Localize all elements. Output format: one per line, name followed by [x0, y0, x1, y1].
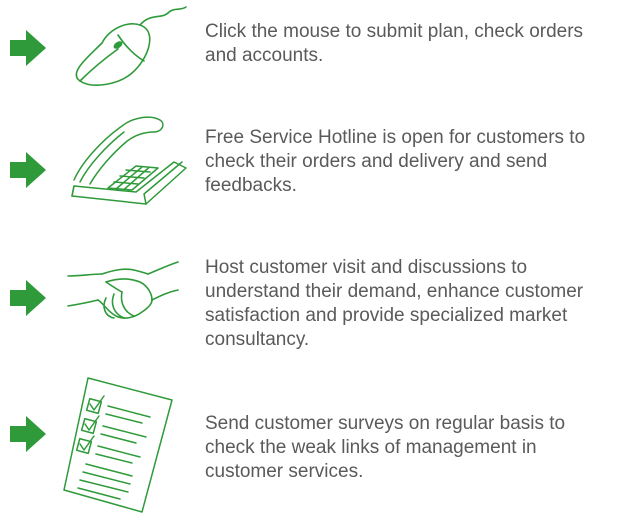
telephone-icon — [71, 116, 187, 205]
arrow-right-icon — [10, 416, 46, 452]
service-item-text: Free Service Hotline is open for custome… — [205, 127, 586, 196]
service-item-checklist: Send customer surveys on regular basis t… — [0, 370, 629, 516]
arrow-right-icon — [10, 30, 46, 66]
arrow-right-icon — [10, 152, 46, 188]
handshake-icon — [67, 261, 179, 319]
mouse-icon — [75, 6, 187, 86]
arrow-right-icon — [10, 280, 46, 316]
checklist-icon — [63, 377, 173, 513]
service-item-telephone: Free Service Hotline is open for custome… — [0, 110, 629, 220]
service-item-text: Send customer surveys on regular basis t… — [205, 413, 566, 482]
service-item-handshake: Host customer visit and discussions to u… — [0, 240, 629, 360]
service-item-text: Click the mouse to submit plan, check or… — [205, 21, 584, 66]
service-item-text: Host customer visit and discussions to u… — [205, 257, 584, 350]
service-item-mouse: Click the mouse to submit plan, check or… — [0, 0, 629, 100]
